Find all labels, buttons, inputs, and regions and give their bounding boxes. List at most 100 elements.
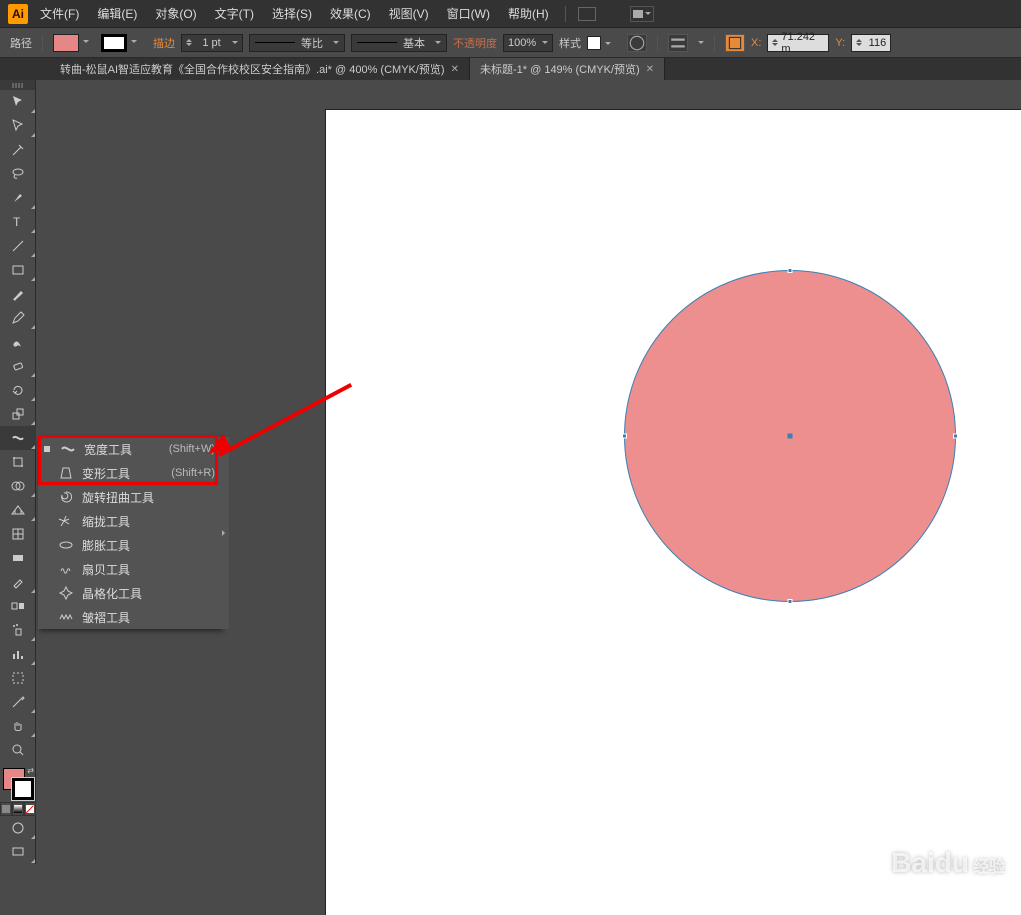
tool-blend[interactable] <box>0 594 36 618</box>
ellipse-shape[interactable] <box>624 270 956 602</box>
menu-type[interactable]: 文字(T) <box>209 3 260 24</box>
color-mode-solid[interactable] <box>0 802 12 816</box>
color-mode-gradient[interactable] <box>12 802 24 816</box>
tool-width[interactable] <box>0 426 36 450</box>
fill-stroke-picker[interactable]: ⇄ <box>0 766 36 802</box>
screen-mode[interactable] <box>0 840 36 864</box>
menu-edit[interactable]: 编辑(E) <box>91 3 143 24</box>
doc-layout-icon[interactable] <box>578 7 596 21</box>
tool-lasso[interactable] <box>0 162 36 186</box>
anchor-point[interactable] <box>953 434 958 439</box>
menu-view[interactable]: 视图(V) <box>383 3 435 24</box>
tool-perspective[interactable] <box>0 498 36 522</box>
style-label[interactable]: 样式 <box>559 35 581 51</box>
close-icon[interactable]: ✕ <box>646 64 654 75</box>
profile-dropdown[interactable]: 等比 <box>249 34 345 52</box>
tool-symbol-sprayer[interactable] <box>0 618 36 642</box>
recolor-button[interactable] <box>627 34 647 52</box>
pucker-icon <box>58 513 74 529</box>
flyout-item-wrinkle[interactable]: 皱褶工具 <box>38 605 221 629</box>
stroke-swatch[interactable] <box>101 34 127 52</box>
tool-gradient[interactable] <box>0 546 36 570</box>
toolbox: T ⇄ <box>0 80 36 864</box>
menu-window[interactable]: 窗口(W) <box>441 3 496 24</box>
tool-line[interactable] <box>0 234 36 258</box>
tool-rectangle[interactable] <box>0 258 36 282</box>
doc-tab-1[interactable]: 转曲-松鼠AI智适应教育《全国合作校校区安全指南》.ai* @ 400% (CM… <box>50 58 470 80</box>
tool-eyedropper[interactable] <box>0 570 36 594</box>
y-label: Y: <box>835 37 845 49</box>
draw-mode[interactable] <box>0 816 36 840</box>
document-tabs: 转曲-松鼠AI智适应教育《全国合作校校区安全指南》.ai* @ 400% (CM… <box>0 58 1021 80</box>
y-input[interactable]: 116 <box>851 34 891 52</box>
crystallize-icon <box>58 585 74 601</box>
tool-pen[interactable] <box>0 186 36 210</box>
width-tool-flyout: 宽度工具 (Shift+W) 变形工具 (Shift+R) 旋转扭曲工具 缩拢工… <box>38 437 221 629</box>
close-icon[interactable]: ✕ <box>451 64 459 75</box>
tool-zoom[interactable] <box>0 738 36 762</box>
tool-slice[interactable] <box>0 690 36 714</box>
tool-blob-brush[interactable] <box>0 330 36 354</box>
twirl-icon <box>58 489 74 505</box>
menu-file[interactable]: 文件(F) <box>34 3 85 24</box>
x-label: X: <box>751 37 761 49</box>
flyout-item-scallop[interactable]: 扇贝工具 <box>38 557 221 581</box>
stroke-label[interactable]: 描边 <box>153 35 175 51</box>
tool-rotate[interactable] <box>0 378 36 402</box>
opacity-label[interactable]: 不透明度 <box>453 35 497 51</box>
app-logo: Ai <box>8 4 28 24</box>
flyout-label: 膨胀工具 <box>82 537 215 554</box>
flyout-item-crystallize[interactable]: 晶格化工具 <box>38 581 221 605</box>
brush-dropdown[interactable]: 基本 <box>351 34 447 52</box>
stroke-color[interactable] <box>12 778 34 800</box>
tool-magic-wand[interactable] <box>0 138 36 162</box>
tool-paintbrush[interactable] <box>0 282 36 306</box>
tool-pencil[interactable] <box>0 306 36 330</box>
stroke-weight-input[interactable]: 1 pt <box>181 34 243 52</box>
anchor-point[interactable] <box>788 599 793 604</box>
opacity-input[interactable]: 100% <box>503 34 553 52</box>
tool-hand[interactable] <box>0 714 36 738</box>
menu-help[interactable]: 帮助(H) <box>502 3 555 24</box>
artboard[interactable] <box>326 110 1021 915</box>
tool-artboard[interactable] <box>0 666 36 690</box>
x-input[interactable]: 71.242 m <box>767 34 829 52</box>
tool-free-transform[interactable] <box>0 450 36 474</box>
align-button[interactable] <box>668 34 688 52</box>
bloat-icon <box>58 537 74 553</box>
tool-selection[interactable] <box>0 90 36 114</box>
tool-scale[interactable] <box>0 402 36 426</box>
warp-icon <box>58 465 74 481</box>
toolbox-grip[interactable] <box>0 80 35 90</box>
swap-colors-icon[interactable]: ⇄ <box>27 766 34 775</box>
menu-object[interactable]: 对象(O) <box>149 3 202 24</box>
tool-mesh[interactable] <box>0 522 36 546</box>
color-mode-none[interactable] <box>24 802 36 816</box>
tool-type[interactable]: T <box>0 210 36 234</box>
workspace-dropdown[interactable] <box>630 6 654 22</box>
flyout-item-width[interactable]: 宽度工具 (Shift+W) <box>38 437 221 461</box>
menu-effect[interactable]: 效果(C) <box>324 3 377 24</box>
anchor-point[interactable] <box>622 434 627 439</box>
tool-shape-builder[interactable] <box>0 474 36 498</box>
selection-type-label: 路径 <box>10 35 32 51</box>
menu-select[interactable]: 选择(S) <box>266 3 318 24</box>
anchor-point[interactable] <box>788 268 793 273</box>
transform-button[interactable] <box>725 34 745 52</box>
flyout-item-bloat[interactable]: 膨胀工具 <box>38 533 221 557</box>
tool-direct-selection[interactable] <box>0 114 36 138</box>
flyout-item-twirl[interactable]: 旋转扭曲工具 <box>38 485 221 509</box>
flyout-tearoff[interactable] <box>221 437 229 629</box>
doc-tab-2[interactable]: 未标题-1* @ 149% (CMYK/预览) ✕ <box>470 58 665 80</box>
flyout-label: 变形工具 <box>82 465 163 482</box>
flyout-label: 宽度工具 <box>84 441 161 458</box>
tool-eraser[interactable] <box>0 354 36 378</box>
flyout-item-warp[interactable]: 变形工具 (Shift+R) <box>38 461 221 485</box>
style-swatch[interactable] <box>587 36 601 50</box>
width-icon <box>60 441 76 457</box>
doc-tab-label: 未标题-1* @ 149% (CMYK/预览) <box>480 61 640 77</box>
flyout-item-pucker[interactable]: 缩拢工具 <box>38 509 221 533</box>
tool-graph[interactable] <box>0 642 36 666</box>
watermark-hunan: 湖南龙网 <box>937 885 1013 911</box>
fill-swatch[interactable] <box>53 34 79 52</box>
